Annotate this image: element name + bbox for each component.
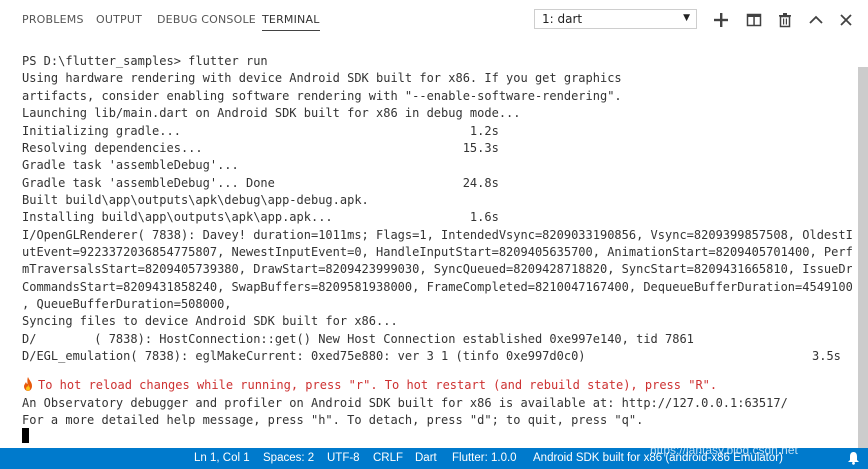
- language-mode[interactable]: Dart: [415, 452, 437, 464]
- cursor-position[interactable]: Ln 1, Col 1: [194, 452, 250, 464]
- tab-problems[interactable]: PROBLEMS: [22, 13, 84, 26]
- help-line: For a more detailed help message, press …: [22, 413, 644, 427]
- split-icon: [746, 13, 762, 27]
- scrollbar-thumb[interactable]: [858, 67, 868, 448]
- terminal-line: , QueueBufferDuration=508000,: [22, 297, 232, 311]
- tab-debug-console[interactable]: DEBUG CONSOLE: [157, 13, 256, 26]
- terminal-line: Initializing gradle... 1.2s: [22, 124, 499, 138]
- terminal-prompt: PS D:\flutter_samples>: [22, 54, 189, 68]
- dropdown-caret-icon: ▼: [683, 13, 690, 23]
- terminal-line: I/OpenGLRenderer( 7838): Davey! duration…: [22, 228, 852, 242]
- end-of-line[interactable]: CRLF: [373, 452, 403, 464]
- terminal-select-value: 1: dart: [542, 12, 583, 26]
- maximize-panel-button[interactable]: [804, 8, 828, 32]
- terminal-line: D/EGL_emulation( 7838): eglMakeCurrent: …: [22, 349, 586, 363]
- status-bar: Ln 1, Col 1 Spaces: 2 UTF-8 CRLF Dart Fl…: [0, 448, 868, 469]
- device-selector[interactable]: Android SDK built for x86 (android-x86 E…: [533, 452, 783, 464]
- tab-output[interactable]: OUTPUT: [96, 13, 142, 26]
- split-terminal-button[interactable]: [742, 8, 766, 32]
- plus-icon: [714, 13, 728, 27]
- fire-icon: [24, 377, 32, 391]
- terminal-line: utEvent=9223372036854775807, NewestInput…: [22, 245, 852, 259]
- terminal-line: Built build\app\outputs\apk\debug\app-de…: [22, 193, 369, 207]
- notifications-button[interactable]: [847, 451, 860, 468]
- terminal-line: Syncing files to device Android SDK buil…: [22, 314, 398, 328]
- terminal-line: Using hardware rendering with device And…: [22, 71, 622, 85]
- terminal-line: Installing build\app\outputs\apk\app.apk…: [22, 210, 499, 224]
- trash-icon: [779, 13, 791, 28]
- close-panel-button[interactable]: [834, 8, 858, 32]
- kill-terminal-button[interactable]: [773, 8, 797, 32]
- panel-header: PROBLEMS OUTPUT DEBUG CONSOLE TERMINAL 1…: [0, 0, 868, 40]
- terminal-line: Launching lib/main.dart on Android SDK b…: [22, 106, 521, 120]
- observatory-line: An Observatory debugger and profiler on …: [22, 396, 788, 410]
- terminal-line: artifacts, consider enabling software re…: [22, 89, 622, 103]
- terminal-line: mTraversalsStart=8209405739380, DrawStar…: [22, 262, 852, 276]
- terminal-output[interactable]: PS D:\flutter_samples> flutter run Using…: [0, 40, 852, 448]
- flutter-version[interactable]: Flutter: 1.0.0: [452, 452, 517, 464]
- terminal-line: D/ ( 7838): HostConnection::get() New Ho…: [22, 332, 694, 346]
- bell-icon: [848, 452, 859, 465]
- terminal-cursor: [22, 428, 29, 443]
- terminal-line: Resolving dependencies... 15.3s: [22, 141, 499, 155]
- terminal-line: CommandsStart=8209431858240, SwapBuffers…: [22, 280, 852, 294]
- indentation-spaces[interactable]: Spaces: 2: [263, 452, 314, 464]
- hot-reload-text: To hot reload changes while running, pre…: [38, 378, 718, 392]
- close-icon: [840, 14, 852, 26]
- terminal-prompt-line: PS D:\flutter_samples> flutter run: [22, 53, 268, 70]
- terminal-select[interactable]: 1: dart ▼: [534, 9, 697, 29]
- tab-terminal[interactable]: TERMINAL: [262, 13, 320, 31]
- terminal-line: Gradle task 'assembleDebug'...: [22, 158, 239, 172]
- hot-reload-line: To hot reload changes while running, pre…: [22, 377, 717, 394]
- terminal-line: Gradle task 'assembleDebug'... Done 24.8…: [22, 176, 499, 190]
- new-terminal-button[interactable]: [709, 8, 733, 32]
- terminal-command: flutter run: [188, 54, 268, 68]
- sync-time: 3.5s: [812, 349, 841, 363]
- chevron-up-icon: [809, 15, 823, 24]
- file-encoding[interactable]: UTF-8: [327, 452, 360, 464]
